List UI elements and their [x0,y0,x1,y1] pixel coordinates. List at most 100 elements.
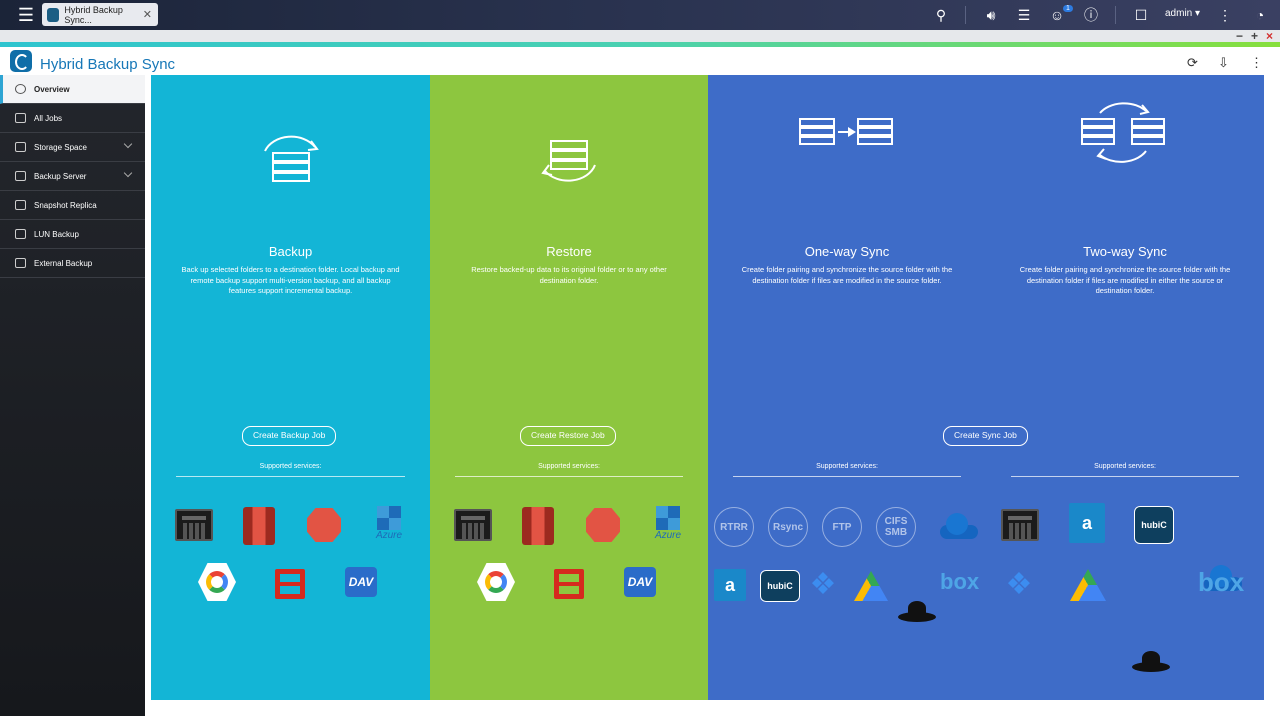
google-drive-icon [1070,569,1106,601]
main-menu-icon[interactable]: ☰ [15,5,37,25]
divider [965,6,966,24]
volume-icon[interactable]: 🔊︎ [982,6,1000,24]
rtrr-label: RTRR [720,521,748,533]
overview-icon [15,84,26,94]
hbs-logo-icon [10,50,32,72]
one-way-sync-description: Create folder pairing and synchronize th… [741,265,953,285]
amazon-s3-icon [586,508,620,542]
azure-label: Azure [654,529,682,541]
sidebar-item-snapshot-replica[interactable]: Snapshot Replica [0,191,145,220]
list-icon [15,113,26,123]
cifs-smb-icon: CIFS SMB [876,507,916,547]
top-bar: ☰ Hybrid Backup Sync... ✕ ⚲ 🔊︎ ☰ ☺ 1 ⓘ ☐… [0,0,1280,30]
sidebar-item-label: Storage Space [34,142,87,152]
windows-logo-icon [377,505,401,530]
app-tab[interactable]: Hybrid Backup Sync... ✕ [42,3,158,26]
app-title: Hybrid Backup Sync [40,56,176,73]
create-restore-job-button[interactable]: Create Restore Job [520,426,616,446]
create-sync-job-button[interactable]: Create Sync Job [943,426,1028,446]
supported-services-label: Supported services: [816,463,878,470]
backup-icon [264,135,319,182]
two-way-sync-icon [1081,102,1165,163]
info-icon[interactable]: ⓘ [1082,6,1100,24]
amazon-glacier-icon [243,507,275,545]
qnap-nas-icon [454,509,492,541]
username: admin [1165,8,1193,19]
rtrr-icon: RTRR [714,507,754,547]
storage-icon [15,142,26,152]
divider [733,476,961,477]
amazon-drive-icon: a [714,569,746,601]
sidebar-item-label: Backup Server [34,171,87,181]
dav-label: DAV [348,575,374,589]
divider [176,476,405,477]
box-icon: box [1198,567,1244,598]
close-window-icon[interactable]: × [1266,29,1273,43]
restore-title: Restore [546,244,592,259]
more-menu-icon[interactable]: ⋮ [1250,55,1263,71]
one-way-sync-icon [799,118,893,145]
sidebar-item-label: LUN Backup [34,229,79,239]
tools-icon[interactable]: ⇩ [1218,55,1229,71]
sidebar-item-external-backup[interactable]: External Backup [0,249,145,278]
minimize-icon[interactable]: − [1236,29,1243,43]
sidebar-item-label: External Backup [34,258,93,268]
close-tab-icon[interactable]: ✕ [143,8,152,21]
hubic-label: hubiC [767,581,793,591]
lun-icon [15,229,26,239]
backup-title: Backup [268,244,313,259]
divider [1115,6,1116,24]
dav-label: DAV [627,575,653,589]
one-way-sync-title: One-way Sync [804,244,890,259]
sidebar-item-label: Snapshot Replica [34,200,97,210]
user-menu[interactable]: admin ▾ [1165,8,1200,19]
chevron-down-icon[interactable] [123,168,133,178]
supported-services-label: Supported services: [538,463,600,470]
google-drive-icon [854,571,888,601]
sidebar-item-label: All Jobs [34,113,63,123]
amazon-drive-icon: a [1069,503,1105,543]
notification-badge: 1 [1063,5,1073,12]
restore-panel: Restore Restore backed-up data to its or… [430,75,708,700]
dropbox-icon: ❖ [1005,567,1033,601]
openstack-icon [275,569,305,599]
more-options-icon[interactable]: ⋮ [1218,6,1232,24]
refresh-icon[interactable]: ⟳ [1187,55,1198,71]
qnap-nas-icon [175,509,213,541]
onedrive-icon [930,511,980,539]
sync-panel: One-way Sync Create folder pairing and s… [708,75,1264,700]
amazon-s3-icon [307,508,341,542]
google-cloud-icon [198,563,236,601]
tasks-icon[interactable]: ☰ [1015,6,1033,24]
app-tab-title: Hybrid Backup Sync... [64,4,123,25]
external-drive-icon [15,258,26,268]
dropbox-icon: ❖ [809,567,837,601]
sidebar-item-all-jobs[interactable]: All Jobs [0,104,145,133]
azure-label: Azure [375,529,403,541]
sidebar-item-lun-backup[interactable]: LUN Backup [0,220,145,249]
server-icon [15,171,26,181]
restore-icon [541,140,596,182]
search-icon[interactable]: ⚲ [933,6,949,24]
sidebar-item-backup-server[interactable]: Backup Server [0,162,145,191]
google-cloud-ring-icon [485,571,507,593]
create-backup-job-button[interactable]: Create Backup Job [242,426,337,446]
webdav-icon: DAV [345,567,377,597]
webdav-icon: DAV [624,567,656,597]
restore-description: Restore backed-up data to its original f… [471,265,667,285]
user-icon[interactable]: ☐ [1132,6,1150,24]
sidebar-item-storage-space[interactable]: Storage Space [0,133,145,162]
sidebar-item-overview[interactable]: Overview [0,75,145,104]
ftp-label: FTP [832,521,852,533]
yandex-disk-icon [898,601,936,625]
dashboard-icon[interactable]: ◔ [1250,6,1270,24]
app-header: Hybrid Backup Sync ⟳ ⇩ ⋮ [0,47,1280,75]
maximize-icon[interactable]: + [1251,29,1258,43]
yandex-disk-icon [1132,651,1178,675]
google-cloud-icon [477,563,515,601]
chevron-down-icon[interactable] [123,139,133,149]
supported-services-label: Supported services: [1094,463,1156,470]
azure-icon: Azure [650,505,686,541]
windows-logo-icon [656,505,680,530]
two-way-sync-title: Two-way Sync [1083,244,1167,259]
